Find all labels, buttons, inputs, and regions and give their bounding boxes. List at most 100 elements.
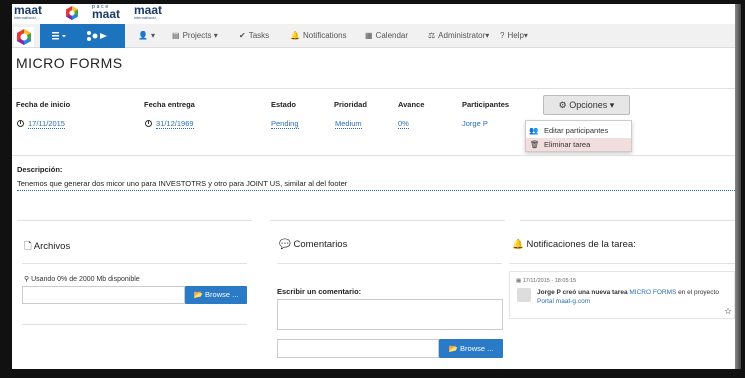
description-text[interactable]: Tenemos que generar dos micor uno para I… <box>17 179 737 191</box>
frame-edge-bottom <box>0 369 745 378</box>
comentarios-browse-button[interactable]: 📂 Browse ... <box>439 339 503 358</box>
bell-icon: 🔔 <box>290 31 300 40</box>
brand-bar: maat international p a c e maat maat int… <box>12 4 735 24</box>
caret-down-icon: ▾ <box>150 31 155 40</box>
comentarios-title: 💬 Comentarios <box>279 239 348 250</box>
nav-tasks[interactable]: ✔ Tasks <box>239 31 269 40</box>
notification-task-link[interactable]: MICRO FORMS <box>629 289 676 296</box>
comment-textarea[interactable] <box>277 299 503 330</box>
estado-value[interactable]: Pending <box>271 119 299 129</box>
delete-task-item[interactable]: 🗑 Eliminar tarea <box>526 138 631 151</box>
home-logo-icon[interactable] <box>14 27 34 47</box>
nav-blue-section <box>40 24 125 48</box>
edit-participants-item[interactable]: 👥 Editar participantes <box>526 124 631 137</box>
frame-edge-top <box>0 0 745 4</box>
participantes-value[interactable]: Jorge P <box>462 119 488 128</box>
trash-icon: 🗑 <box>530 140 540 149</box>
folder-open-icon: 📂 <box>193 290 203 299</box>
gear-icon: ⚙ <box>558 100 567 110</box>
calendar-icon: ▦ <box>365 31 373 40</box>
write-comment-label: Escribir un comentario: <box>277 287 362 296</box>
archivos-browse-button[interactable]: 📂 Browse ... <box>185 286 247 304</box>
opciones-dropdown: 👥 Editar participantes 🗑 Eliminar tarea <box>525 120 632 152</box>
file-icon: 🗋 <box>24 241 32 252</box>
hex-logo-icon <box>66 6 78 20</box>
comment-icon: 💬 <box>279 239 291 250</box>
caret-down-icon: ▾ <box>609 100 615 110</box>
nav-help[interactable]: ? Help▾ <box>500 31 528 40</box>
comentarios-file-input[interactable] <box>277 339 439 358</box>
menu-icon[interactable] <box>52 32 68 40</box>
caret-down-icon: ▾ <box>485 31 490 40</box>
prioridad-value[interactable]: Medium <box>335 119 362 129</box>
nav-notifications[interactable]: 🔔 Notifications <box>290 31 347 40</box>
divider <box>22 263 247 264</box>
scale-icon: ⚖ <box>428 31 436 40</box>
app-window: maat international p a c e maat maat int… <box>0 0 745 378</box>
nav-notifications-label: Notifications <box>302 31 347 40</box>
fecha-entrega-value[interactable]: 31/12/1969 <box>145 119 194 129</box>
maat-logo-sub: international <box>14 16 36 20</box>
divider <box>520 220 735 221</box>
nav-administrator[interactable]: ⚖ Administrator▾ <box>428 31 489 40</box>
bell-icon: 🔔 <box>512 239 524 250</box>
folder-open-icon: 📂 <box>448 344 458 353</box>
calendar-icon: ▦ <box>516 278 522 284</box>
fecha-inicio-label: Fecha de inicio <box>16 100 71 109</box>
storage-usage: ⚲ Usando 0% de 2000 Mb disponible <box>24 276 140 283</box>
nav-help-label: Help <box>507 31 524 40</box>
fecha-entrega-label: Fecha entrega <box>144 100 195 109</box>
notification-item: ▦ 17/11/2015 - 18:05:15 Jorge P creó una… <box>509 271 735 319</box>
nav-user-menu[interactable]: 👤 ▾ <box>138 31 155 40</box>
nav-projects[interactable]: ▤ Projects ▾ <box>172 31 218 40</box>
estado-label: Estado <box>271 100 297 109</box>
pace-maat-logo: maat <box>92 7 121 21</box>
user-icon: 👤 <box>138 31 148 40</box>
caret-down-icon: ▾ <box>213 31 218 40</box>
divider <box>270 220 505 221</box>
clipboard-icon: ▤ <box>172 31 180 40</box>
users-icon: 👥 <box>529 126 539 135</box>
frame-edge-right <box>741 0 745 378</box>
nav-projects-label: Projects <box>182 31 212 40</box>
notification-timestamp: ▦ 17/11/2015 - 18:05:15 <box>516 278 577 284</box>
question-icon: ? <box>500 31 505 40</box>
sitemap-icon[interactable] <box>85 30 111 42</box>
frame-edge-left <box>0 0 12 378</box>
divider <box>12 88 735 89</box>
notification-text: Jorge P creó una nueva tarea MICRO FORMS… <box>537 289 719 305</box>
maat-intl-logo-sub: international <box>134 16 156 20</box>
nav-administrator-label: Administrator <box>438 31 486 40</box>
description-label: Descripción: <box>17 165 63 174</box>
maat-logo: maat <box>14 3 43 17</box>
participantes-label: Participantes <box>462 100 510 109</box>
prioridad-label: Prioridad <box>334 100 367 109</box>
opciones-button[interactable]: ⚙ Opciones ▾ <box>543 95 630 115</box>
nav-tasks-label: Tasks <box>248 31 270 40</box>
clock-icon <box>145 120 152 127</box>
avance-label: Avance <box>398 100 425 109</box>
top-navbar: 👤 ▾ ▤ Projects ▾ ✔ Tasks 🔔 Notifications ▦ Ca… <box>12 24 735 48</box>
archivos-title: 🗋 Archivos <box>24 241 71 252</box>
clock-icon <box>17 120 24 127</box>
nav-calendar-label: Calendar <box>375 31 409 40</box>
maat-intl-logo: maat <box>134 3 163 17</box>
notificaciones-title: 🔔 Notificaciones de la tarea: <box>512 239 636 250</box>
notification-project-link[interactable]: Portal maat-g.com <box>537 298 590 305</box>
caret-down-icon: ▾ <box>523 31 528 40</box>
archivos-file-input[interactable] <box>22 286 185 304</box>
avatar <box>517 288 531 302</box>
nav-calendar[interactable]: ▦ Calendar <box>365 31 408 40</box>
fecha-inicio-value[interactable]: 17/11/2015 <box>17 119 65 129</box>
opciones-label: Opciones <box>569 100 608 110</box>
check-circle-icon: ✔ <box>239 31 246 40</box>
divider <box>17 220 252 221</box>
divider <box>22 324 247 325</box>
avance-value[interactable]: 0% <box>398 119 409 129</box>
info-icon: ⚲ <box>24 276 30 283</box>
divider <box>509 263 735 264</box>
star-icon[interactable]: ☆ <box>724 306 732 317</box>
page-title: MICRO FORMS <box>16 55 123 71</box>
divider <box>277 263 502 264</box>
divider <box>12 155 735 156</box>
